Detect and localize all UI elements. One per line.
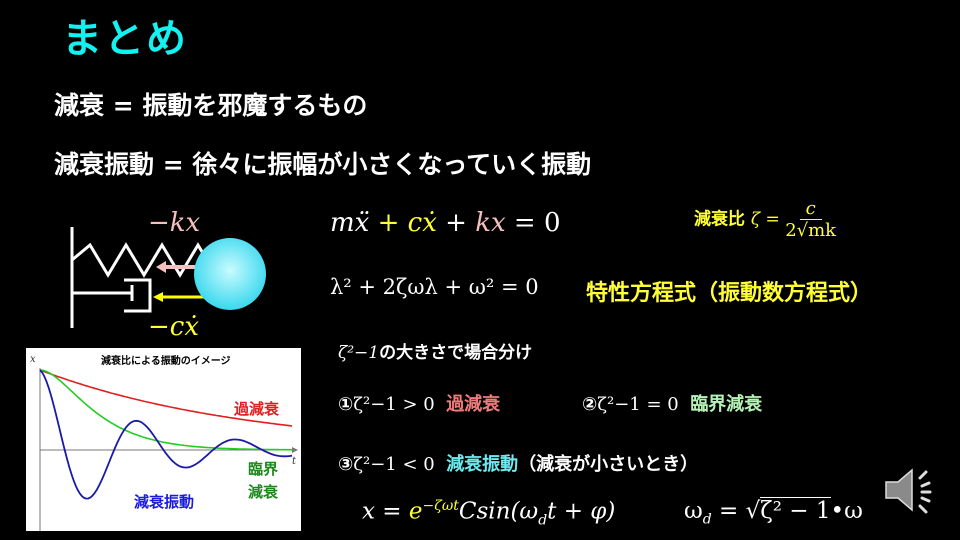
spring-force-label: −kx	[148, 208, 201, 238]
case-overdamped: ①ζ²−1 > 0 過減衰	[338, 394, 501, 415]
y-axis-label: x	[30, 354, 36, 365]
case-critical: ②ζ²−1 = 0 臨界減衰	[582, 394, 763, 415]
mass-term: mẍ	[330, 208, 370, 238]
definition-damped-vibration: 減衰振動 = 徐々に振幅が小さくなっていく振動	[54, 150, 592, 179]
x-axis-label: t	[292, 456, 297, 467]
damping-ratio-fraction: c 2√mk	[785, 198, 837, 241]
underdamped-curve	[39, 369, 293, 500]
case-underdamped: ③ζ²−1 < 0 減衰振動（減衰が小さいとき）	[338, 454, 699, 475]
overdamped-label: 過減衰	[234, 400, 280, 418]
definition-damping: 減衰 = 振動を邪魔するもの	[54, 91, 368, 120]
characteristic-equation: λ² + 2ζωλ + ω² = 0	[330, 275, 539, 299]
damped-frequency-equation: ωd = √ζ² − 1•ω	[684, 497, 863, 528]
damping-ratio-label: 減衰比	[694, 209, 745, 230]
spring-force-arrowhead	[156, 261, 166, 273]
damper-cylinder	[124, 278, 152, 313]
stiffness-term: kx	[475, 208, 506, 238]
mass-ball	[194, 238, 266, 310]
characteristic-equation-label: 特性方程式（振動数方程式）	[586, 281, 873, 306]
cases-heading: ζ²−1の大きさで場合分け	[338, 343, 533, 363]
critical-label-1: 臨界	[248, 460, 279, 478]
damping-term: cẋ	[407, 208, 437, 238]
damper-force-label: −cẋ	[148, 312, 200, 342]
damper-force-arrowhead	[153, 292, 163, 302]
critical-label-2: 減衰	[248, 483, 279, 501]
equation-of-motion: mẍ + cẋ + kx = 0	[330, 208, 561, 238]
solution-equation: x = e−ζωtCsin(ωdt + φ)	[362, 498, 616, 529]
speaker-icon[interactable]	[884, 466, 940, 516]
damping-ratio-formula: 減衰比 ζ = c 2√mk	[694, 198, 837, 241]
slide-title: まとめ	[62, 16, 188, 62]
underdamped-label: 減衰振動	[134, 493, 195, 511]
damping-graph: 減衰比による振動のイメージ x t 過減衰 臨界 減衰 減衰振動	[26, 348, 301, 531]
x-axis-arrow	[292, 447, 298, 453]
